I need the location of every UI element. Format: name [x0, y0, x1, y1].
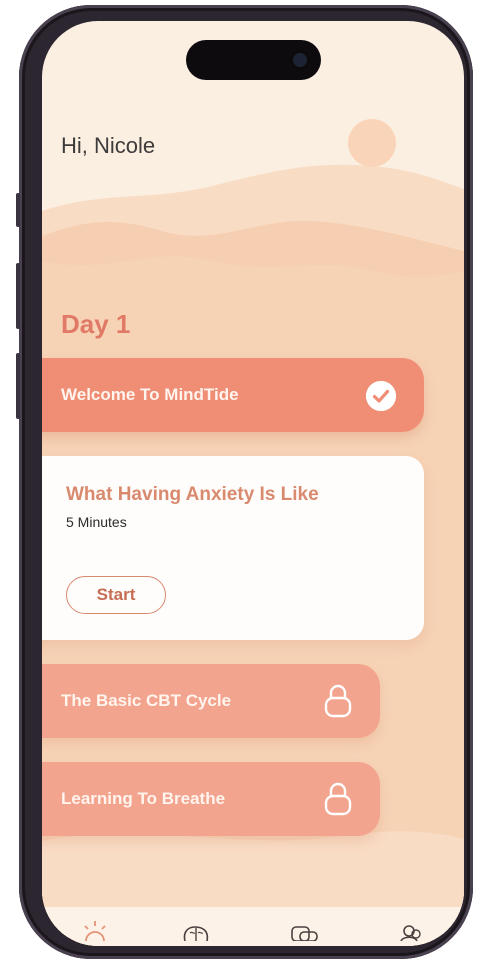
lesson-title: What Having Anxiety Is Like	[66, 484, 319, 505]
lesson-card-locked[interactable]: The Basic CBT Cycle	[42, 664, 380, 738]
sun-illustration	[348, 119, 396, 167]
bottom-tab-bar	[42, 907, 464, 946]
profile-icon[interactable]	[396, 915, 426, 941]
lesson-title: The Basic CBT Cycle	[61, 691, 232, 710]
lock-icon	[324, 782, 352, 816]
day-title: Day 1	[61, 309, 131, 339]
app-screen: Hi, Nicole Day 1 Welcome To MindTide Wha…	[42, 21, 464, 946]
lesson-card-locked[interactable]: Learning To Breathe	[42, 762, 380, 836]
lesson-title: Welcome To MindTide	[61, 385, 239, 404]
start-button[interactable]: Start	[66, 576, 166, 614]
lesson-title: Learning To Breathe	[61, 789, 226, 808]
sun-icon[interactable]	[80, 915, 110, 941]
volume-down-button	[16, 353, 20, 419]
lesson-card-active[interactable]: What Having Anxiety Is Like 5 Minutes St…	[42, 456, 424, 640]
check-circle-icon	[366, 381, 396, 411]
chat-icon[interactable]	[289, 915, 319, 941]
volume-up-button	[16, 263, 20, 329]
action-button	[16, 193, 20, 227]
front-camera	[293, 53, 307, 67]
dynamic-island	[186, 40, 321, 80]
lesson-card-completed[interactable]: Welcome To MindTide	[42, 358, 424, 432]
greeting-text: Hi, Nicole	[61, 133, 156, 158]
lesson-duration: 5 Minutes	[66, 514, 127, 530]
brain-icon[interactable]	[181, 915, 211, 941]
lock-icon	[324, 684, 352, 718]
